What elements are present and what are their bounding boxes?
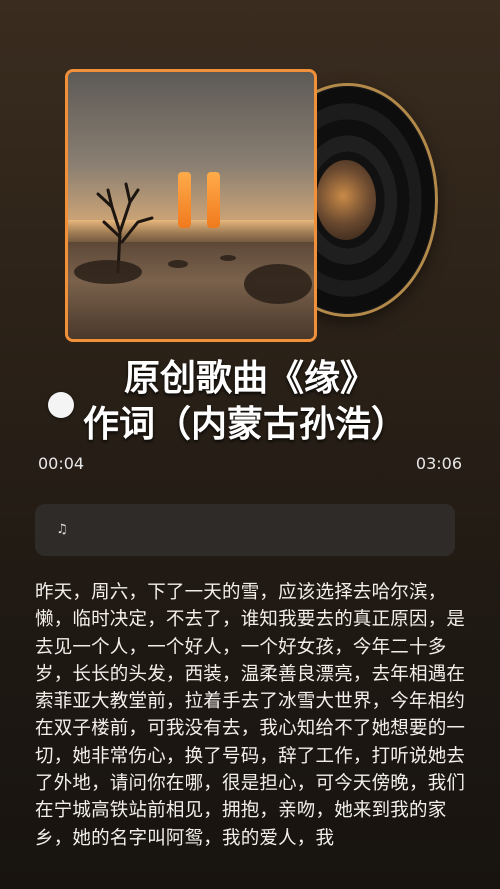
album-cover[interactable] xyxy=(65,69,317,342)
song-description: 昨天，周六，下了一天的雪，应该选择去哈尔滨，懒，临时决定，不去了，谁知我要去的真… xyxy=(35,582,466,849)
vinyl-label xyxy=(316,160,376,240)
song-title-line2: 作词（内蒙古孙浩） xyxy=(82,404,407,445)
current-time: 00:04 xyxy=(38,454,85,473)
song-title: 原创歌曲《缘》 作词（内蒙古孙浩） xyxy=(0,356,500,448)
progress-slider-knob[interactable] xyxy=(48,392,74,418)
pause-icon[interactable] xyxy=(176,172,222,228)
total-time: 03:06 xyxy=(415,454,462,473)
lyrics-card[interactable]: ♫ xyxy=(35,504,455,556)
music-note-icon: ♫ xyxy=(56,522,68,537)
music-player: 原创歌曲《缘》 作词（内蒙古孙浩） 00:04 03:06 ♫ 昨天，周六，下了… xyxy=(0,0,500,889)
song-title-line1: 原创歌曲《缘》 xyxy=(123,358,376,399)
